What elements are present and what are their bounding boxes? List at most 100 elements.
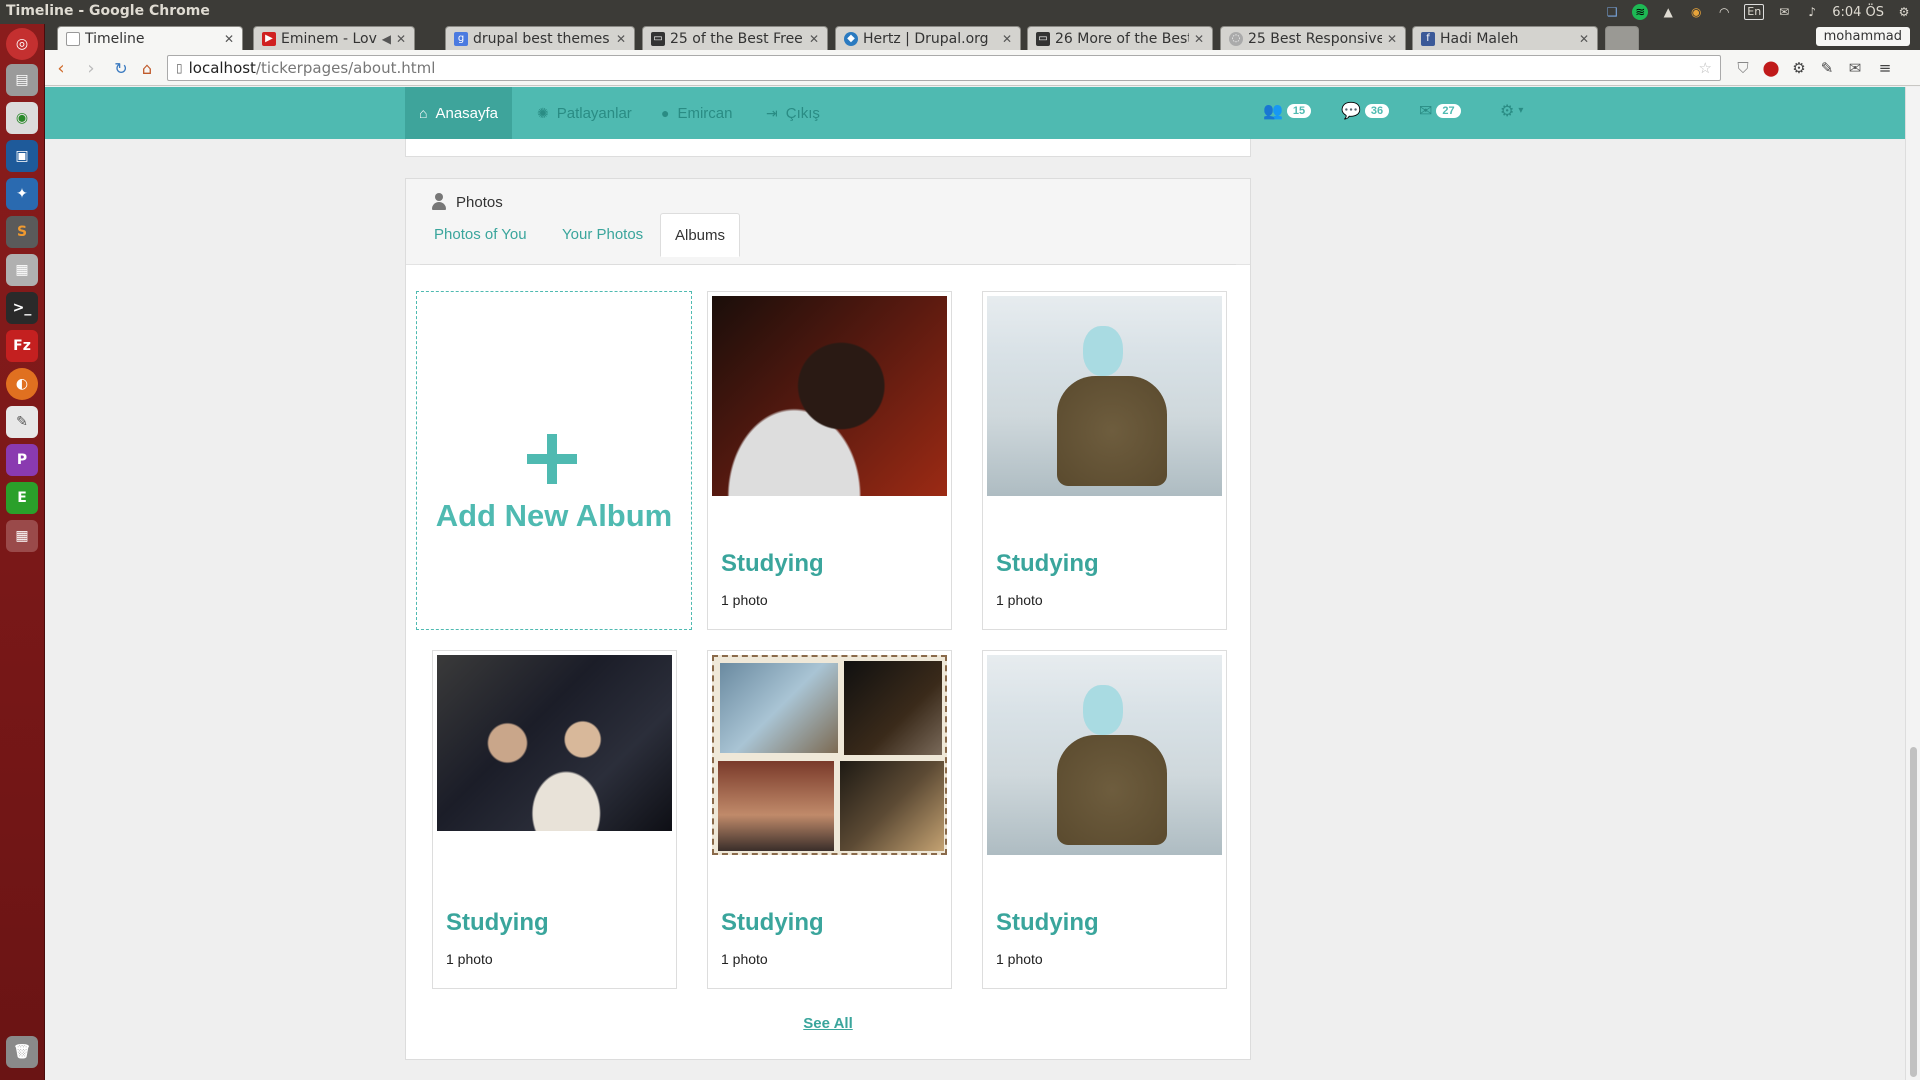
google-icon: g [454,31,468,46]
album-card[interactable]: Studying 1 photo [982,291,1227,630]
close-icon[interactable]: ✕ [1579,32,1589,46]
tab-hertz-drupal[interactable]: ◆ Hertz | Drupal.org ✕ [835,26,1021,50]
close-icon[interactable]: ✕ [1194,32,1204,46]
plus-icon [527,434,577,484]
comments-notification[interactable]: 💬 36 [1341,101,1390,120]
page-info-icon[interactable]: ▯ [176,61,183,75]
close-icon[interactable]: ✕ [1387,32,1397,46]
tab-timeline[interactable]: Timeline ✕ [57,26,243,50]
bookmark-star-icon[interactable]: ☆ [1699,59,1712,77]
text-editor-icon[interactable]: ✎ [6,406,38,438]
spotify-icon[interactable]: ≋ [1632,4,1649,20]
nav-cikis[interactable]: ⇥ Çıkış [752,87,834,139]
album-thumbnail[interactable] [437,655,672,831]
tab-label: 25 of the Best Free D [670,30,804,47]
workspaces-icon[interactable]: ▦ [6,520,38,552]
sublime-icon[interactable]: S [6,216,38,248]
forward-icon[interactable]: › [81,58,101,79]
settings-extension-icon[interactable]: ⚙ [1789,58,1809,78]
album-thumbnail[interactable] [987,296,1222,496]
network-tool-icon[interactable]: ✦ [6,178,38,210]
close-icon[interactable]: ✕ [1002,32,1012,46]
dash-home-icon[interactable]: ◎ [6,28,38,60]
scrollbar-thumb[interactable] [1910,747,1917,1077]
album-name[interactable]: Studying [996,909,1099,937]
tab-albums[interactable]: Albums [660,213,741,257]
reload-icon[interactable]: ↻ [111,58,131,78]
drive-icon[interactable]: ▲ [1660,4,1676,20]
settings-dropdown[interactable]: ⚙ ▾ [1500,101,1523,120]
close-icon[interactable]: ✕ [396,32,406,46]
album-name[interactable]: Studying [446,909,549,937]
tab-drupal-themes[interactable]: g drupal best themes ✕ [445,26,635,50]
volume-icon[interactable]: ♪ [1804,4,1820,20]
files-icon[interactable]: ▤ [6,64,38,96]
dropbox-icon[interactable]: ❑ [1604,4,1620,20]
tab-label: 25 Best Responsive [1248,30,1382,47]
menu-icon[interactable]: ≡ [1875,58,1895,78]
mail-icon[interactable]: ✉ [1776,4,1792,20]
close-icon[interactable]: ✕ [224,32,234,46]
filezilla-icon[interactable]: Fz [6,330,38,362]
tab-your-photos[interactable]: Your Photos [548,213,657,256]
address-bar[interactable]: ▯ localhost/tickerpages/about.html ☆ [167,55,1721,81]
album-card[interactable]: Studying 1 photo [432,650,677,989]
tab-label: 26 More of the Best [1055,30,1189,47]
eyedropper-icon[interactable]: ✎ [1817,58,1837,78]
chrome-tray-icon[interactable]: ◉ [1688,4,1704,20]
home-icon[interactable]: ⌂ [137,58,157,78]
tab-best-free[interactable]: ▭ 25 of the Best Free D ✕ [642,26,828,50]
tab-more-best[interactable]: ▭ 26 More of the Best ✕ [1027,26,1213,50]
evernote-icon[interactable]: E [6,482,38,514]
close-icon[interactable]: ✕ [616,32,626,46]
tab-label: Hertz | Drupal.org [863,30,989,47]
adblock-icon[interactable]: ⬤ [1761,58,1781,78]
see-all-link[interactable]: See All [405,1015,1251,1032]
archive-icon[interactable]: ▦ [6,254,38,286]
album-thumbnail[interactable] [987,655,1222,855]
tab-eminem[interactable]: ▶ Eminem - Love Th ◀ ✕ [253,26,415,50]
profile-name[interactable]: mohammad [1815,27,1910,46]
inbox-notification[interactable]: ✉ 27 [1419,101,1461,120]
browser-toolbar: ‹ › ↻ ⌂ ▯ localhost/tickerpages/about.ht… [45,50,1920,86]
virtualbox-icon[interactable]: ▣ [6,140,38,172]
close-icon[interactable]: ✕ [809,32,819,46]
wifi-icon[interactable]: ◠ [1716,4,1732,20]
album-name[interactable]: Studying [721,550,824,578]
shield-extension-icon[interactable]: ⛉ [1733,58,1753,78]
trash-icon[interactable]: 🗑 [6,1036,38,1068]
php-storm-icon[interactable]: P [6,444,38,476]
site-icon: ▭ [651,31,665,46]
tab-hadi-maleh[interactable]: f Hadi Maleh ✕ [1412,26,1598,50]
friends-notification[interactable]: 👥 15 [1263,101,1312,120]
album-card[interactable]: Studying 1 photo [707,650,952,989]
drupal-icon: ◆ [844,31,858,46]
back-icon[interactable]: ‹ [51,58,71,79]
mail-extension-icon[interactable]: ✉ [1845,58,1865,78]
gear-icon[interactable]: ⚙ [1896,4,1912,20]
unity-launcher: ◎ ▤ ◉ ▣ ✦ S ▦ >_ Fz ◐ ✎ P E ▦ 🗑 [0,24,45,1080]
nav-label: Emircan [677,104,733,122]
nav-anasayfa[interactable]: ⌂ Anasayfa [405,87,513,139]
clock[interactable]: 6:04 ÖS [1832,5,1884,20]
comments-count-badge: 36 [1364,103,1390,118]
tab-photos-of-you[interactable]: Photos of You [420,213,541,256]
firefox-icon[interactable]: ◐ [6,368,38,400]
album-card[interactable]: Studying 1 photo [707,291,952,630]
page-scrollbar[interactable] [1905,87,1920,1080]
youtube-icon: ▶ [262,31,276,46]
album-thumbnail[interactable] [712,655,947,855]
album-name[interactable]: Studying [996,550,1099,578]
terminal-icon[interactable]: >_ [6,292,38,324]
add-new-album-button[interactable]: Add New Album [416,291,692,630]
album-thumbnail[interactable] [712,296,947,496]
nav-patlayanlar[interactable]: ✺ Patlayanlar [523,87,646,139]
album-name[interactable]: Studying [721,909,824,937]
fire-icon: ✺ [537,104,549,121]
new-tab-button[interactable] [1605,26,1639,50]
tab-responsive[interactable]: ◌ 25 Best Responsive ✕ [1220,26,1406,50]
keyboard-layout-indicator[interactable]: En [1744,4,1765,20]
nav-emircan[interactable]: ● Emircan [647,87,746,139]
chrome-icon[interactable]: ◉ [6,102,38,134]
album-card[interactable]: Studying 1 photo [982,650,1227,989]
